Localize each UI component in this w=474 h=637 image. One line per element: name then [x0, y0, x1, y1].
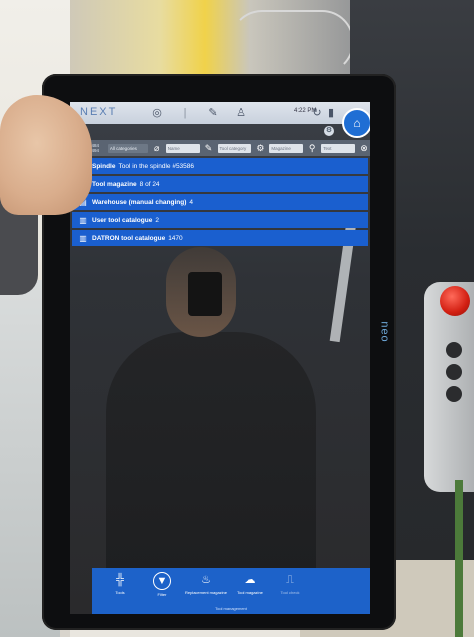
nav-tool-check[interactable]: ⎍ Tool check: [268, 572, 312, 595]
app-header: NEXT ◎ | ✎ ♙ 4:22 PM ↻ ▮: [70, 102, 370, 124]
category-select[interactable]: All categories: [107, 143, 148, 153]
bottom-navigation: ╬ Tools ▼ Filter ♨ Replacement magazine …: [92, 568, 370, 614]
pendant-knob[interactable]: [446, 342, 462, 358]
replacement-icon: ♨: [201, 574, 211, 586]
filter-icon: ▼: [153, 572, 171, 590]
list-item-title: DATRON tool catalogue: [92, 234, 166, 242]
catalogue-icon: ▥: [79, 233, 87, 243]
list-item-value: 8 of 24: [139, 180, 160, 188]
search-icon: ⚲: [308, 142, 316, 153]
list-item-tool-magazine[interactable]: ⋔ Tool magazine 8 of 24: [72, 176, 368, 192]
nav-tools[interactable]: ╬ Tools: [98, 572, 142, 595]
tool-location-list: ⬇ Spindle Tool in the spindle #53586 ⋔ T…: [72, 158, 368, 248]
nav-label: Tool check: [280, 590, 300, 595]
refresh-icon[interactable]: ↻: [310, 106, 324, 120]
list-item-title: User tool catalogue: [92, 216, 153, 224]
tablet-logo: neo: [378, 321, 391, 343]
search-input[interactable]: Text: [321, 143, 356, 153]
nav-replacement-magazine[interactable]: ♨ Replacement magazine: [184, 572, 228, 595]
nav-filter[interactable]: ▼ Filter: [140, 572, 184, 597]
person-icon[interactable]: ♙: [234, 106, 248, 120]
list-item-title: Spindle: [92, 162, 116, 170]
settings-icon[interactable]: ⚙: [324, 126, 334, 136]
edit-icon[interactable]: ✎: [206, 106, 220, 120]
divider: |: [183, 107, 187, 119]
brand-logo: NEXT: [80, 106, 118, 118]
hand: [0, 95, 92, 215]
emergency-stop-button[interactable]: [440, 286, 470, 316]
catalogue-icon: ▥: [79, 215, 87, 225]
tool-icon: ╬: [116, 574, 124, 586]
pencil-icon: ✎: [204, 142, 213, 153]
gear-icon: ⚙: [256, 142, 265, 153]
magazine-field[interactable]: Magazine: [269, 143, 304, 153]
list-item-title: Tool magazine: [92, 180, 137, 188]
nav-label: Tool magazine: [237, 590, 263, 595]
cable: [230, 10, 354, 74]
pendant-knob[interactable]: [446, 364, 462, 380]
list-item-spindle[interactable]: ⬇ Spindle Tool in the spindle #53586: [72, 158, 368, 174]
filter-bar: ▼ 1484 1494 All categories ⌀ Name ✎ Tool…: [70, 140, 370, 156]
tablet-screen: NEXT ◎ | ✎ ♙ 4:22 PM ↻ ▮ ⌂ ⚙ ▼ 1484 1494…: [70, 102, 370, 614]
list-item-value: 2: [155, 216, 159, 224]
nav-tool-magazine[interactable]: ☁ Tool magazine: [228, 572, 272, 595]
list-item-user-catalogue[interactable]: ▥ User tool catalogue 2: [72, 212, 368, 228]
clear-icon[interactable]: ⊗: [358, 143, 370, 154]
nav-label: Replacement magazine: [184, 590, 228, 595]
list-item-title: Warehouse (manual changing): [92, 198, 187, 206]
list-item-warehouse[interactable]: ▤ Warehouse (manual changing) 4: [72, 194, 368, 210]
list-item-datron-catalogue[interactable]: ▥ DATRON tool catalogue 1470: [72, 230, 368, 246]
tag-icon: ⌀: [154, 142, 160, 153]
reflection-phone: [188, 272, 222, 316]
tool-category-field[interactable]: Tool category: [217, 143, 252, 153]
list-item-value: Tool in the spindle #53586: [118, 162, 195, 170]
signal-icon: ▮: [327, 107, 335, 119]
photo-scene: neo NEXT ◎ | ✎ ♙ 4:22 PM ↻ ▮ ⌂ ⚙ ▼ 1484 …: [0, 0, 474, 637]
section-caption: Tool management: [215, 606, 247, 611]
tool-management-button[interactable]: ⌂: [342, 108, 370, 138]
nav-label: Filter: [157, 592, 167, 597]
tool-check-icon: ⎍: [286, 574, 294, 586]
name-field[interactable]: Name: [165, 143, 200, 153]
nav-label: Tools: [115, 590, 125, 595]
list-item-value: 1470: [168, 234, 183, 242]
tool-magazine-icon: ☁: [244, 574, 256, 586]
list-item-value: 4: [189, 198, 194, 206]
pendant-cable: [455, 480, 463, 637]
pendant-knob[interactable]: [446, 386, 462, 402]
target-icon[interactable]: ◎: [150, 106, 164, 120]
